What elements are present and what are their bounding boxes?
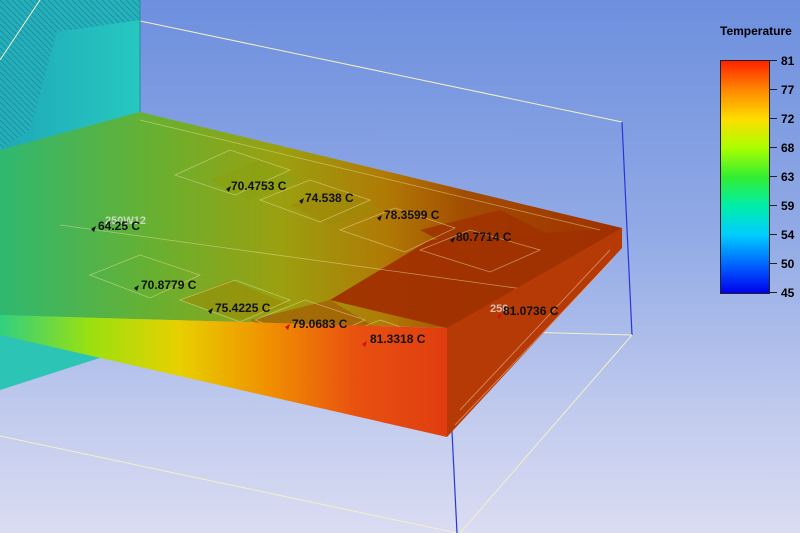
probe-marker[interactable]: 74.538 C [299,191,354,205]
legend-title: Temperature [720,24,792,38]
legend-tick [769,205,777,206]
probe-label: 74.538 C [305,191,354,205]
probe-label: 81.3318 C [370,332,426,346]
probe-marker[interactable]: 64.25 C [91,219,140,233]
probe-label: 70.4753 C [231,179,287,193]
legend-tick [769,176,777,177]
legend-tick [769,292,777,293]
probe-marker[interactable]: 81.3318 C [362,332,426,347]
probe-marker[interactable]: 78.3599 C [377,208,440,222]
probe-marker[interactable]: 70.4753 C [226,179,287,193]
probe-marker[interactable]: 81.0736 C [497,304,559,319]
probe-label: 78.3599 C [384,208,440,222]
temperature-legend: Temperature 81 77 72 68 63 59 54 50 45 [718,20,800,310]
legend-value: 77 [781,83,795,97]
probe-label: 81.0736 C [503,304,559,318]
probe-marker[interactable]: 79.0683 C [285,317,348,331]
legend-value: 81 [781,54,795,68]
probe-label: 75.4225 C [215,301,271,315]
legend-color-bar [720,60,770,294]
legend-value: 59 [781,199,795,213]
legend-value: 45 [781,286,795,300]
legend-tick [769,118,777,119]
probe-label: 70.8779 C [141,278,197,292]
legend-value: 63 [781,170,795,184]
legend-value: 50 [781,257,795,271]
probe-marker[interactable]: 70.8779 C [134,278,197,292]
probe-marker[interactable]: 80.7714 C [450,230,512,244]
probe-label: 79.0683 C [292,317,348,331]
legend-tick [769,263,777,264]
legend-value: 72 [781,112,795,126]
probe-label: 80.7714 C [456,230,512,244]
probe-marker[interactable]: 75.4225 C [208,301,271,315]
legend-tick [769,89,777,90]
legend-tick [769,60,777,61]
legend-value: 68 [781,141,795,155]
legend-tick [769,234,777,235]
probe-label: 64.25 C [98,219,140,233]
legend-value: 54 [781,228,795,242]
legend-tick [769,147,777,148]
3d-viewport[interactable]: 250W12 250 70.4753 C 74.538 C 78.3599 C … [0,0,800,533]
